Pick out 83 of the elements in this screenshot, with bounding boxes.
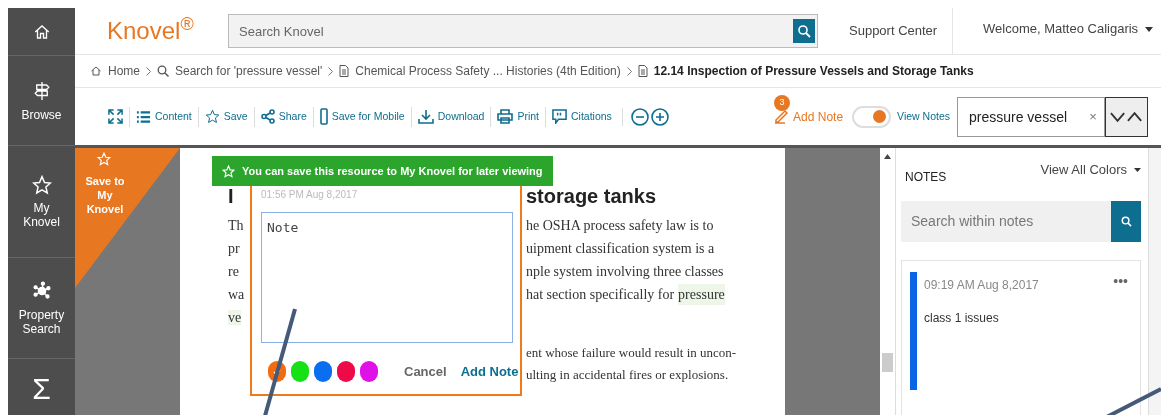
body-text: uipment classification system is a xyxy=(526,240,715,258)
count-badge: 3 xyxy=(774,94,791,111)
body-text: re xyxy=(228,264,239,279)
expand-icon xyxy=(108,109,123,124)
scrollbar[interactable] xyxy=(880,148,896,415)
notes-search-field[interactable]: Search within notes xyxy=(901,201,1111,242)
star-icon xyxy=(204,109,220,124)
body-text: he OSHA process safety law is to xyxy=(526,217,714,235)
color-swatch[interactable] xyxy=(337,361,355,382)
signpost-icon xyxy=(32,79,51,102)
toolbar-button[interactable]: Share xyxy=(260,106,307,127)
zoom-in-icon xyxy=(650,107,669,126)
zoom-in-button[interactable] xyxy=(650,107,669,126)
user-menu[interactable]: Welcome, Matteo Caligaris xyxy=(983,19,1154,39)
heading-text: I xyxy=(228,185,234,207)
breadcrumb-link[interactable]: 12.14 Inspection of Pressure Vessels and Storage Tanks xyxy=(637,62,974,80)
toggle-label: View Notes xyxy=(897,108,950,124)
printer-icon xyxy=(497,109,514,124)
color-filter-dropdown[interactable]: View All Colors xyxy=(1040,160,1141,180)
more-button[interactable]: ••• xyxy=(1113,271,1128,292)
share-icon xyxy=(260,109,275,124)
body-text: ent whose failure would result in uncon- xyxy=(526,344,737,363)
star-icon xyxy=(31,174,52,195)
panel-title: NOTES xyxy=(905,169,947,186)
body-text: wa xyxy=(228,287,245,302)
toolbar-button[interactable] xyxy=(108,106,123,127)
speech-bubble-icon xyxy=(552,109,567,124)
breadcrumb-link[interactable]: Home xyxy=(90,62,140,80)
caret-down-icon xyxy=(1134,167,1141,172)
chevron-right-icon xyxy=(146,66,151,76)
phone-icon xyxy=(319,108,328,125)
list-icon xyxy=(136,109,151,124)
note-timestamp: 01:56 PM Aug 8,2017 xyxy=(261,188,358,201)
note-card[interactable]: 09:19 AM Aug 8,2017 class 1 issues ••• xyxy=(901,260,1141,415)
star-icon xyxy=(222,164,235,178)
sidebar-item[interactable]: Browse xyxy=(8,55,75,145)
toolbar-button[interactable]: Save xyxy=(204,106,248,127)
toolbar-button[interactable]: Download xyxy=(417,106,485,127)
color-swatch[interactable] xyxy=(360,361,378,382)
toolbar-button[interactable]: Save for Mobile xyxy=(319,106,405,127)
color-swatch[interactable] xyxy=(291,361,309,382)
body-text: hat section specifically for xyxy=(526,286,675,304)
body-text: ulting in accidental fires or explosions. xyxy=(526,366,729,385)
zoom-out-icon xyxy=(630,107,649,126)
find-nav-button[interactable] xyxy=(1105,96,1148,137)
body-text: pressure xyxy=(678,284,725,305)
banner-text: You can save this resource to My Knovel for later viewing xyxy=(242,163,543,179)
note-text: class 1 issues xyxy=(924,310,999,327)
sigma-icon: Σ xyxy=(32,373,51,404)
body-text: pr xyxy=(228,241,240,256)
toolbar-button[interactable]: Citations xyxy=(552,106,612,127)
save-ribbon-label: Save to My Knovel xyxy=(85,174,125,216)
body-text: nple system involving three classes xyxy=(526,263,724,281)
search-icon xyxy=(1120,216,1132,227)
chevron-down-up-icon xyxy=(1109,110,1144,123)
download-icon xyxy=(417,109,434,124)
star-icon xyxy=(97,152,111,166)
note-input[interactable]: Note xyxy=(261,212,513,343)
add-note-button[interactable]: Add Note xyxy=(460,361,519,382)
note-time: 09:19 AM Aug 8,2017 xyxy=(924,277,1039,294)
breadcrumb-link[interactable]: Chemical Process Safety ... Histories (4th Edition) xyxy=(339,62,621,80)
color-swatch[interactable] xyxy=(314,361,332,382)
document-icon xyxy=(339,65,350,77)
toolbar-button[interactable]: Content xyxy=(136,106,192,127)
heading-text: storage tanks xyxy=(526,184,657,209)
cancel-button[interactable]: Cancel xyxy=(404,361,447,382)
scroll-up-icon[interactable] xyxy=(884,154,891,159)
home-icon xyxy=(90,65,102,77)
caret-down-icon xyxy=(1145,26,1154,32)
network-icon xyxy=(30,280,53,302)
scroll-thumb[interactable] xyxy=(882,353,893,372)
support-link[interactable]: Support Center xyxy=(849,21,952,41)
chevron-right-icon xyxy=(328,66,334,76)
toggle-switch[interactable] xyxy=(852,105,892,128)
zoom-out-button[interactable] xyxy=(630,107,649,126)
toolbar-button[interactable]: Print xyxy=(497,106,539,127)
search-button[interactable] xyxy=(1111,201,1141,242)
body-text: Th xyxy=(228,218,244,233)
chevron-right-icon xyxy=(626,66,632,76)
document-icon xyxy=(637,65,648,77)
search-icon xyxy=(157,65,169,77)
breadcrumb-link[interactable]: Search for 'pressure vessel' xyxy=(157,62,323,80)
body-text: ve xyxy=(228,310,242,325)
